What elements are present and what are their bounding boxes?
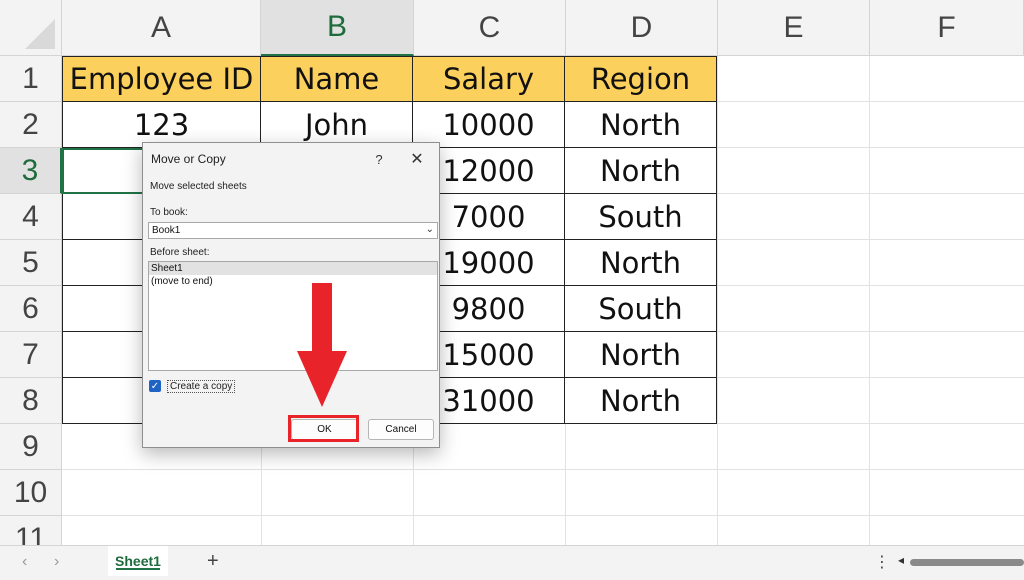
add-sheet-icon[interactable]: + xyxy=(207,550,219,573)
row-header-7[interactable]: 7 xyxy=(0,332,62,378)
move-or-copy-dialog: Move or Copy ? ✕ Move selected sheets To… xyxy=(142,142,440,448)
help-icon[interactable]: ? xyxy=(369,149,389,169)
list-item-move-to-end[interactable]: (move to end) xyxy=(149,275,437,288)
row-header-8[interactable]: 8 xyxy=(0,378,62,424)
chevron-left-icon[interactable]: ‹ xyxy=(22,553,27,571)
row-header-2[interactable]: 2 xyxy=(0,102,62,148)
sheet-tab-bar: ‹ › Sheet1 + ⋮ ◂ xyxy=(0,545,1024,580)
create-copy-label[interactable]: Create a copy xyxy=(167,379,236,393)
column-header-d[interactable]: D xyxy=(566,0,718,56)
row-header-10[interactable]: 10 xyxy=(0,470,62,516)
gridline xyxy=(62,515,1024,516)
cell-d7[interactable]: North xyxy=(565,332,717,378)
to-book-select[interactable]: Book1 ⌄ xyxy=(148,222,438,239)
select-all-corner[interactable] xyxy=(0,0,62,56)
checkmark-icon: ✓ xyxy=(150,380,160,392)
row-header-1[interactable]: 1 xyxy=(0,56,62,102)
cell-b1[interactable]: Name xyxy=(261,56,413,102)
cell-a1[interactable]: Employee ID xyxy=(62,56,261,102)
gridline xyxy=(869,56,870,545)
cell-d2[interactable]: North xyxy=(565,102,717,148)
cell-d5[interactable]: North xyxy=(565,240,717,286)
chevron-right-icon[interactable]: › xyxy=(54,553,59,571)
active-tab-underline xyxy=(116,568,160,570)
ok-button[interactable]: OK xyxy=(291,419,358,440)
row-header-5[interactable]: 5 xyxy=(0,240,62,286)
cell-d3[interactable]: North xyxy=(565,148,717,194)
select-all-triangle-icon xyxy=(25,19,55,49)
cell-c1[interactable]: Salary xyxy=(413,56,565,102)
cell-d4[interactable]: South xyxy=(565,194,717,240)
to-book-label: To book: xyxy=(150,207,188,218)
list-item-sheet1[interactable]: Sheet1 xyxy=(149,262,437,275)
horizontal-scrollbar[interactable] xyxy=(910,559,1024,566)
row-header-4[interactable]: 4 xyxy=(0,194,62,240)
scroll-left-icon[interactable]: ◂ xyxy=(898,553,904,567)
cell-d6[interactable]: South xyxy=(565,286,717,332)
cell-d8[interactable]: North xyxy=(565,378,717,424)
row-header-9[interactable]: 9 xyxy=(0,424,62,470)
cell-d1[interactable]: Region xyxy=(565,56,717,102)
more-options-icon[interactable]: ⋮ xyxy=(874,552,890,572)
cancel-button[interactable]: Cancel xyxy=(368,419,434,440)
to-book-value: Book1 xyxy=(152,225,181,236)
close-icon[interactable]: ✕ xyxy=(407,149,427,169)
row-header-11[interactable]: 11 xyxy=(0,516,62,545)
create-copy-row[interactable]: ✓ Create a copy xyxy=(149,378,236,394)
create-copy-checkbox[interactable]: ✓ xyxy=(149,380,161,392)
gridline xyxy=(62,469,1024,470)
column-header-a[interactable]: A xyxy=(62,0,261,56)
column-header-c[interactable]: C xyxy=(414,0,566,56)
chevron-down-icon: ⌄ xyxy=(425,224,434,235)
row-header-6[interactable]: 6 xyxy=(0,286,62,332)
dialog-title: Move or Copy xyxy=(151,152,226,166)
before-sheet-label: Before sheet: xyxy=(150,247,210,258)
column-header-b[interactable]: B xyxy=(261,0,414,56)
before-sheet-list[interactable]: Sheet1 (move to end) xyxy=(148,261,438,371)
column-header-f[interactable]: F xyxy=(870,0,1024,56)
gridline xyxy=(717,56,718,545)
column-header-e[interactable]: E xyxy=(718,0,870,56)
dialog-subtitle: Move selected sheets xyxy=(150,181,247,192)
row-header-3[interactable]: 3 xyxy=(0,148,62,194)
sheet-tab-sheet1[interactable]: Sheet1 xyxy=(108,546,168,576)
